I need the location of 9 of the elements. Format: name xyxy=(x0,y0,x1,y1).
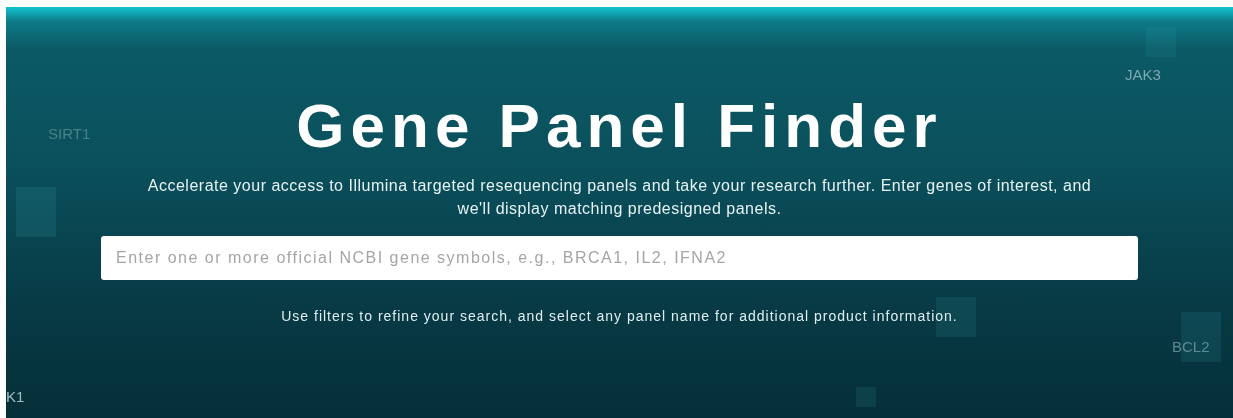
gene-label: SIRT1 xyxy=(48,124,91,144)
page-title: Gene Panel Finder xyxy=(296,94,943,158)
gene-label: JAK3 xyxy=(1125,65,1161,85)
gene-label: K1 xyxy=(6,387,25,407)
gene-label: BCL2 xyxy=(1172,337,1210,357)
gene-search-field[interactable]: Enter one or more official NCBI gene symbols, e.g., BRCA1, IL2, IFNA2 xyxy=(101,236,1138,280)
decor-square xyxy=(1146,27,1176,57)
intro-text: Accelerate your access to Illumina targeted resequencing panels and take your research further. Enter genes of interest, and we'll display matching predesigned panels. xyxy=(146,176,1093,219)
hint-text: Use filters to refine your search, and select any panel name for additional product information. xyxy=(281,307,958,326)
